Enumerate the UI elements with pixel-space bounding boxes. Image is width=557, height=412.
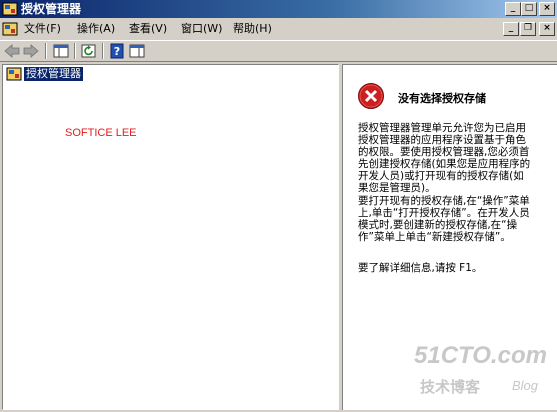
menu-file[interactable]: 文件(F) — [24, 22, 61, 36]
mdi-restore-button[interactable]: ❐ — [520, 22, 536, 36]
watermark-subtitle: 技术博客 — [420, 378, 481, 396]
toolbar-separator — [74, 43, 76, 59]
minimize-button[interactable]: _ — [505, 2, 521, 16]
menu-window[interactable]: 窗口(W) — [181, 22, 222, 36]
tree-node-label[interactable]: 授权管理器 — [24, 67, 83, 81]
menu-bar: 文件(F) 操作(A) 查看(V) 窗口(W) 帮助(H) _ ❐ × — [0, 18, 557, 40]
show-tree-icon[interactable] — [52, 43, 70, 59]
annotation-text: SOFTICE LEE — [65, 127, 137, 139]
error-icon — [358, 83, 384, 109]
maximize-button[interactable]: □ — [521, 2, 537, 16]
menu-help[interactable]: 帮助(H) — [233, 22, 272, 36]
help-icon[interactable]: ? — [108, 43, 126, 59]
app-icon[interactable] — [2, 1, 18, 17]
toolbar-separator — [45, 43, 47, 59]
toolbar: ? — [0, 40, 557, 62]
title-bar: 授权管理器 _ □ × — [0, 0, 557, 18]
toolbar-separator — [102, 43, 104, 59]
details-paragraph-intro: 授权管理器管理单元允许您为已启用授权管理器的应用程序设置基于角色的权限。要使用授… — [358, 122, 531, 194]
refresh-icon[interactable] — [80, 43, 98, 59]
forward-arrow-icon[interactable] — [22, 43, 40, 59]
window-title: 授权管理器 — [21, 2, 82, 16]
show-action-pane-icon[interactable] — [128, 43, 146, 59]
close-button[interactable]: × — [539, 2, 555, 16]
svg-text:?: ? — [114, 45, 120, 58]
back-arrow-icon[interactable] — [3, 43, 21, 59]
details-paragraph-help: 要了解详细信息,请按 F1。 — [358, 262, 483, 274]
authorization-manager-icon — [6, 67, 22, 81]
mdi-close-button[interactable]: × — [539, 22, 555, 36]
watermark-blog: Blog — [512, 378, 539, 393]
details-paragraph-open-store: 要打开现有的授权存储,在“操作”菜单上,单击“打开授权存储”。在开发人员模式时,… — [358, 195, 530, 243]
details-title: 没有选择授权存储 — [398, 92, 486, 105]
tree-pane: 授权管理器 SOFTICE LEE — [2, 64, 339, 410]
mdi-minimize-button[interactable]: _ — [503, 22, 519, 36]
document-icon[interactable] — [2, 21, 18, 37]
watermark-logo: 51CTO.com — [414, 342, 547, 369]
menu-view[interactable]: 查看(V) — [129, 22, 167, 36]
menu-action[interactable]: 操作(A) — [77, 22, 115, 36]
